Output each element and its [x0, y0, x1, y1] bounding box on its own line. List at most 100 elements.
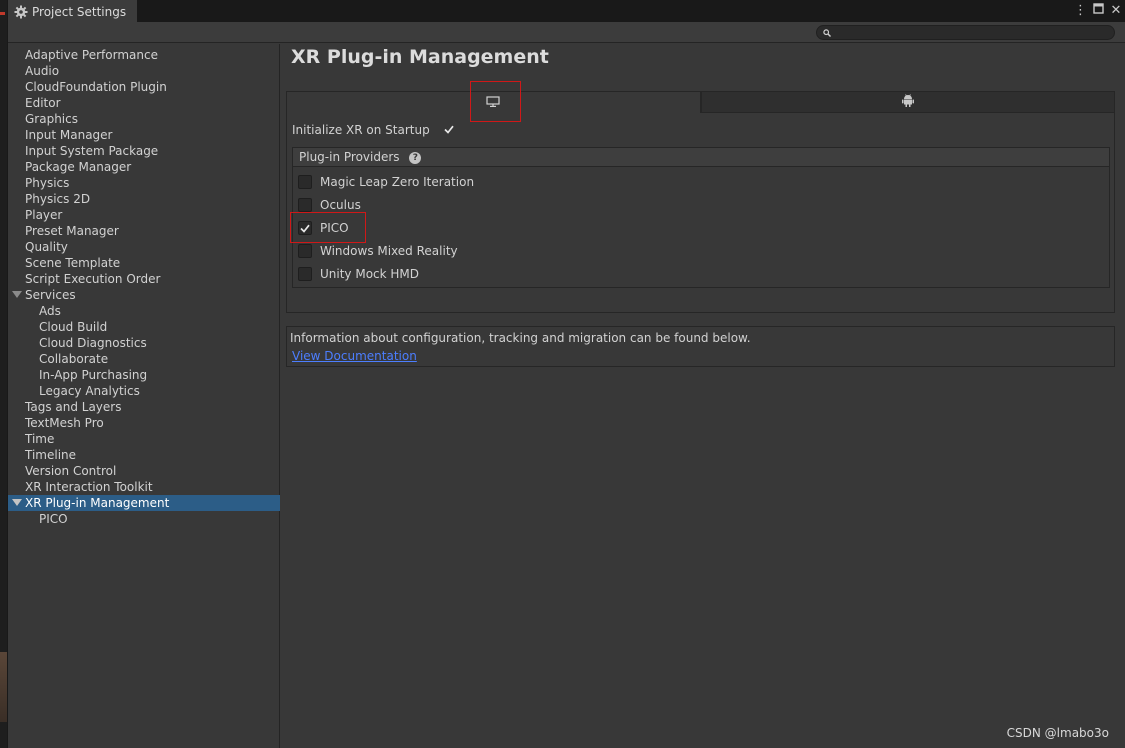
sidebar-item-label: Editor [25, 96, 61, 110]
sidebar-item[interactable]: Scene Template [8, 255, 280, 271]
window-tab[interactable]: Project Settings [8, 0, 137, 22]
platform-settings-box: Initialize XR on Startup Plug-in Provide… [286, 81, 1115, 313]
page-title: XR Plug-in Management [291, 46, 549, 68]
sidebar-item-label: In-App Purchasing [39, 368, 148, 382]
sidebar-item-label: Scene Template [25, 256, 121, 270]
sidebar-item-label: Audio [25, 64, 60, 78]
provider-checkbox[interactable] [298, 244, 312, 258]
sidebar-item-label: Ads [39, 304, 61, 318]
sidebar-item-label: Version Control [25, 464, 117, 478]
sidebar-item-label: XR Interaction Toolkit [25, 480, 153, 494]
settings-sidebar: Adaptive Performance Audio CloudFoundation… [8, 44, 280, 748]
provider-checkbox[interactable] [298, 198, 312, 212]
sidebar-item-label: Graphics [25, 112, 78, 126]
sidebar-item[interactable]: Script Execution Order [8, 271, 280, 287]
sidebar-item-label: Script Execution Order [25, 272, 161, 286]
search-icon [823, 26, 831, 40]
sidebar-item-label: PICO [39, 512, 68, 526]
tab-android[interactable] [700, 92, 1114, 113]
sidebar-item[interactable]: Version Control [8, 463, 280, 479]
sidebar-item-label: Player [25, 208, 63, 222]
sidebar-item[interactable]: Quality [8, 239, 280, 255]
toolbar [8, 22, 1125, 43]
providers-header: Plug-in Providers ? [293, 148, 1109, 167]
sidebar-item-label: TextMesh Pro [25, 416, 104, 430]
sidebar-item[interactable]: Preset Manager [8, 223, 280, 239]
provider-label: Oculus [320, 198, 361, 212]
window-controls: ⋮ ✕ [1074, 2, 1122, 20]
project-settings-window: Project Settings ⋮ ✕ Adaptive Performanc… [7, 0, 1125, 748]
watermark: CSDN @lmabo3o [1006, 726, 1109, 740]
sidebar-item[interactable]: Legacy Analytics [8, 383, 280, 399]
sidebar-item-label: Cloud Diagnostics [39, 336, 147, 350]
sidebar-item-label: CloudFoundation Plugin [25, 80, 167, 94]
sidebar-item-label: Preset Manager [25, 224, 119, 238]
sidebar-item[interactable]: Ads [8, 303, 280, 319]
sidebar-item[interactable]: Audio [8, 63, 280, 79]
sidebar-item-label: Input System Package [25, 144, 159, 158]
more-options-icon[interactable]: ⋮ [1074, 2, 1087, 20]
sidebar-item[interactable]: Timeline [8, 447, 280, 463]
sidebar-item[interactable]: TextMesh Pro [8, 415, 280, 431]
sidebar-item[interactable]: XR Interaction Toolkit [8, 479, 280, 495]
background-marker [0, 12, 5, 15]
sidebar-item-label: Legacy Analytics [39, 384, 140, 398]
platform-tabs [287, 92, 1114, 113]
android-icon [901, 94, 914, 110]
sidebar-item[interactable]: Input Manager [8, 127, 280, 143]
window-title: Project Settings [32, 5, 127, 19]
sidebar-item-label: Timeline [25, 448, 77, 462]
help-icon[interactable]: ? [409, 151, 422, 164]
sidebar-item-label: Adaptive Performance [25, 48, 158, 62]
main-panel: XR Plug-in Management Initialize XR on S… [281, 44, 1125, 748]
sidebar-item[interactable]: PICO [8, 511, 280, 527]
sidebar-item[interactable]: Input System Package [8, 143, 280, 159]
sidebar-item[interactable]: Graphics [8, 111, 280, 127]
expand-arrow-icon[interactable] [12, 291, 22, 298]
sidebar-item[interactable]: Time [8, 431, 280, 447]
sidebar-item[interactable]: CloudFoundation Plugin [8, 79, 280, 95]
sidebar-item-label: Quality [25, 240, 68, 254]
sidebar-item-label: Tags and Layers [25, 400, 122, 414]
sidebar-item[interactable]: Package Manager [8, 159, 280, 175]
sidebar-item-label: Input Manager [25, 128, 113, 142]
sidebar-item-label: Cloud Build [39, 320, 108, 334]
sidebar-item[interactable]: Services [8, 287, 280, 303]
sidebar-item[interactable]: Physics [8, 175, 280, 191]
init-on-startup-checkbox[interactable] [442, 122, 456, 136]
init-on-startup-label: Initialize XR on Startup [292, 123, 430, 137]
sidebar-item[interactable]: Physics 2D [8, 191, 280, 207]
sidebar-item[interactable]: Collaborate [8, 351, 280, 367]
sidebar-item[interactable]: XR Plug-in Management [8, 495, 280, 511]
sidebar-item-label: Services [25, 288, 76, 302]
search-input[interactable] [835, 26, 1105, 39]
sidebar-item-label: Collaborate [39, 352, 109, 366]
sidebar-item[interactable]: Player [8, 207, 280, 223]
providers-header-label: Plug-in Providers [299, 150, 400, 164]
provider-checkbox[interactable] [298, 175, 312, 189]
background-editor-strip [0, 0, 7, 748]
search-field[interactable] [816, 25, 1115, 40]
close-icon[interactable]: ✕ [1110, 2, 1122, 20]
sidebar-item[interactable]: Cloud Build [8, 319, 280, 335]
provider-checkbox[interactable] [298, 267, 312, 281]
sidebar-item[interactable]: Cloud Diagnostics [8, 335, 280, 351]
expand-arrow-icon[interactable] [12, 499, 22, 506]
sidebar-item-label: Physics [25, 176, 70, 190]
sidebar-item-label: XR Plug-in Management [25, 496, 170, 510]
maximize-icon[interactable] [1092, 2, 1104, 20]
sidebar-item[interactable]: In-App Purchasing [8, 367, 280, 383]
sidebar-item[interactable]: Editor [8, 95, 280, 111]
pico-highlight [290, 212, 366, 243]
provider-label: Unity Mock HMD [320, 267, 420, 281]
info-box: Information about configuration, trackin… [286, 326, 1115, 367]
sidebar-item[interactable]: Tags and Layers [8, 399, 280, 415]
sidebar-item[interactable]: Adaptive Performance [8, 47, 280, 63]
sidebar-item-label: Physics 2D [25, 192, 91, 206]
info-text: Information about configuration, trackin… [290, 331, 751, 345]
plugin-providers-panel: Plug-in Providers ? Magic Leap Zero Iter… [290, 147, 1110, 288]
sidebar-item-label: Time [25, 432, 55, 446]
sidebar-item-label: Package Manager [25, 160, 132, 174]
background-thumbnail [0, 652, 7, 722]
view-documentation-link[interactable]: View Documentation [292, 349, 417, 363]
